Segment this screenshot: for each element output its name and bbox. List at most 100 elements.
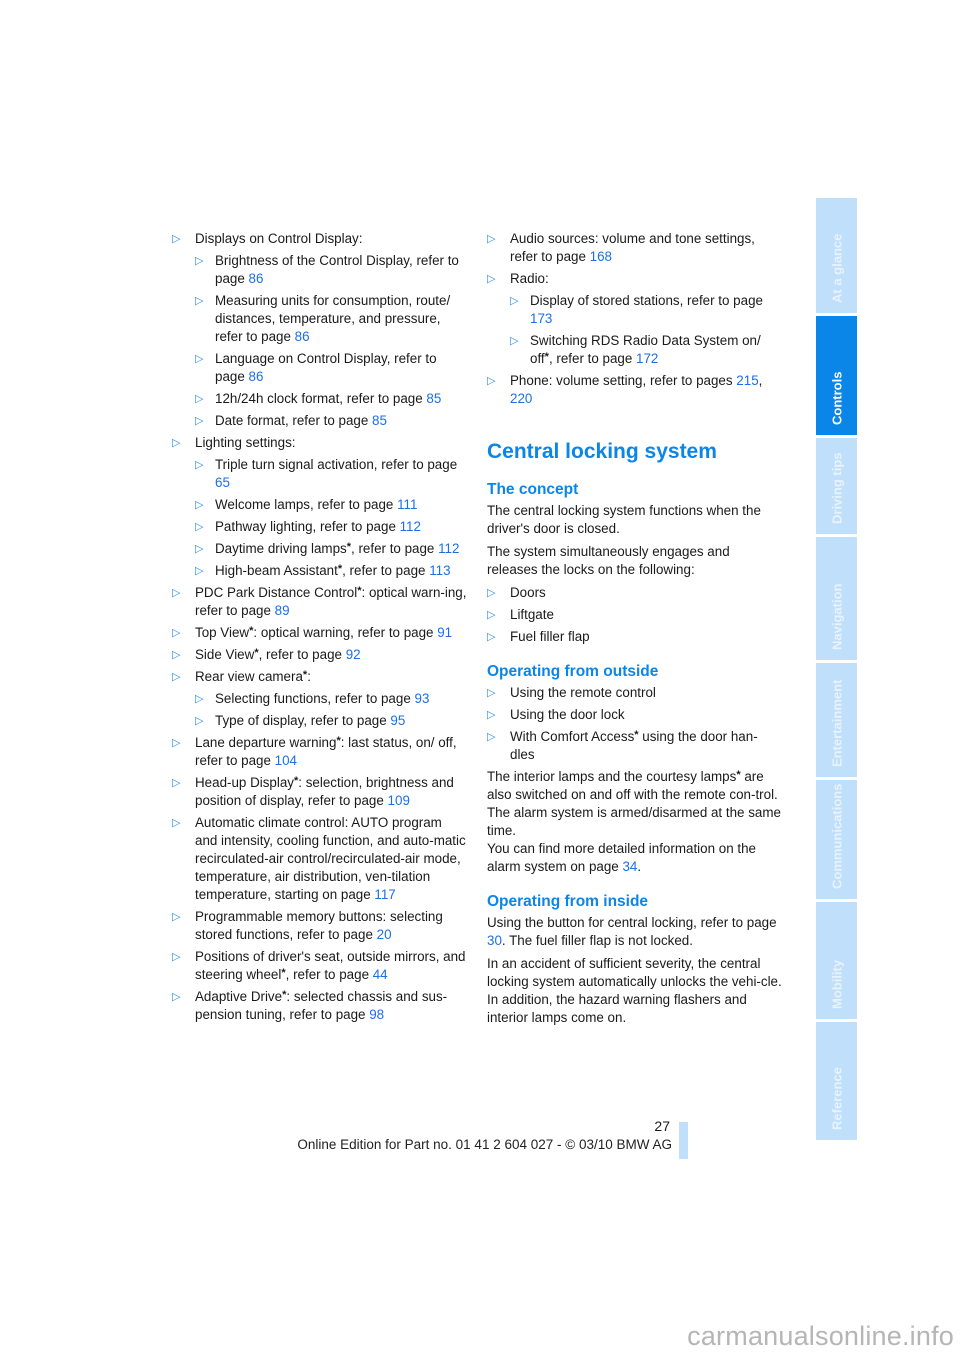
item-text: Phone: volume setting, refer to pages 21…	[510, 373, 763, 406]
triangle-bullet-icon: ▷	[487, 587, 496, 599]
item-text: Brightness of the Control Display, refer…	[215, 253, 459, 286]
chapter-tabs: At a glance Controls Driving tips Navigatio…	[816, 198, 857, 1143]
page-link[interactable]: 112	[400, 519, 421, 534]
chapter-tab-navigation[interactable]: Navigation	[816, 537, 857, 660]
chapter-tab-label: Controls	[829, 371, 844, 425]
optional-equipment-star-icon: *	[336, 735, 341, 747]
optional-equipment-star-icon: *	[346, 541, 351, 553]
right-bullet-list: ▷ Audio sources: volume and tone settings…	[487, 230, 782, 408]
page-link[interactable]: 65	[215, 475, 230, 490]
page-number-marker	[679, 1122, 688, 1159]
sub-list-item: ▷ Triple turn signal activation, refer to…	[195, 456, 467, 492]
list-item: ▷ Automatic climate control: AUTO program…	[172, 814, 467, 904]
optional-equipment-star-icon: *	[294, 775, 299, 787]
list-item: ▷ Lighting settings: ▷ Triple turn signal a…	[172, 434, 467, 580]
item-text: Selecting functions, refer to page 93	[215, 691, 430, 706]
page-link[interactable]: 92	[346, 647, 361, 662]
chapter-tab-entertainment[interactable]: Entertainment	[816, 663, 857, 777]
page-number: 27	[654, 1118, 670, 1134]
chapter-tab-at-a-glance[interactable]: At a glance	[816, 198, 857, 313]
page-link[interactable]: 173	[530, 311, 552, 326]
page-link[interactable]: 86	[249, 369, 264, 384]
item-text: 12h/24h clock format, refer to page 85	[215, 391, 442, 406]
sub-list-item: ▷ Measuring units for consumption, route/…	[195, 292, 467, 346]
sub-list-item: ▷ High-beam Assistant*, refer to page 113	[195, 562, 467, 580]
page-link[interactable]: 113	[429, 563, 450, 578]
page-link[interactable]: 85	[426, 391, 441, 406]
page-link[interactable]: 91	[437, 625, 452, 640]
page-link[interactable]: 104	[275, 753, 297, 768]
list-item: ▷ Audio sources: volume and tone settings…	[487, 230, 782, 266]
page-link[interactable]: 112	[438, 541, 459, 556]
optional-equipment-star-icon: *	[249, 625, 254, 637]
footer-edition-note: Online Edition for Part no. 01 41 2 604 …	[297, 1137, 672, 1152]
page-link[interactable]: 20	[377, 927, 392, 942]
inside-paragraph-1: Using the button for central locking, re…	[487, 915, 777, 948]
item-text: Lighting settings:	[195, 435, 296, 450]
triangle-bullet-icon: ▷	[172, 777, 181, 789]
page-link[interactable]: 111	[397, 497, 417, 512]
triangle-bullet-icon: ▷	[172, 671, 181, 683]
chapter-tab-label: Communications	[829, 783, 844, 889]
triangle-bullet-icon: ▷	[487, 731, 496, 743]
sub-list-item: ▷ Brightness of the Control Display, refe…	[195, 252, 467, 288]
sub-list-item: ▷ Date format, refer to page 85	[195, 412, 467, 430]
page-link[interactable]: 117	[374, 887, 395, 902]
item-text: Type of display, refer to page 95	[215, 713, 406, 728]
page-link[interactable]: 215	[736, 373, 758, 388]
triangle-bullet-icon: ▷	[195, 393, 204, 405]
list-item: ▷ Head-up Display*: selection, brightness…	[172, 774, 467, 810]
optional-equipment-star-icon: *	[254, 647, 259, 659]
item-text: Automatic climate control: AUTO program …	[195, 815, 466, 902]
optional-equipment-star-icon: *	[634, 729, 639, 741]
inside-heading: Operating from inside	[487, 893, 649, 910]
optional-equipment-star-icon: *	[302, 669, 308, 681]
chapter-tab-driving-tips[interactable]: Driving tips	[816, 438, 857, 534]
page-link[interactable]: 85	[372, 413, 387, 428]
outside-paragraph-1: The interior lamps and the courtesy lamp…	[487, 769, 781, 874]
triangle-bullet-icon: ▷	[487, 631, 496, 643]
triangle-bullet-icon: ▷	[172, 587, 181, 599]
chapter-tab-controls[interactable]: Controls	[816, 316, 857, 435]
sub-list-item: ▷ Welcome lamps, refer to page 111	[195, 496, 467, 514]
section-title: Central locking system	[487, 440, 717, 463]
page-link[interactable]: 93	[415, 691, 430, 706]
page-link[interactable]: 44	[373, 967, 388, 982]
page-link[interactable]: 220	[510, 391, 532, 406]
triangle-bullet-icon: ▷	[195, 693, 204, 705]
triangle-bullet-icon: ▷	[195, 459, 204, 471]
triangle-bullet-icon: ▷	[195, 353, 204, 365]
page-link[interactable]: 86	[295, 329, 310, 344]
chapter-tab-mobility[interactable]: Mobility	[816, 902, 857, 1019]
locks-list: ▷ Doors ▷ Liftgate ▷ Fuel filler flap	[487, 584, 782, 646]
page-link[interactable]: 98	[369, 1007, 384, 1022]
item-text: Display of stored stations, refer to pag…	[530, 293, 763, 326]
item-text: Rear view camera*:	[195, 669, 311, 684]
triangle-bullet-icon: ▷	[510, 295, 519, 307]
outside-heading: Operating from outside	[487, 663, 659, 680]
item-text: Side View*, refer to page 92	[195, 647, 361, 662]
chapter-tab-label: Mobility	[829, 959, 844, 1009]
list-item: ▷ Side View*, refer to page 92	[172, 646, 467, 664]
page-link[interactable]: 109	[388, 793, 410, 808]
page-link[interactable]: 95	[390, 713, 405, 728]
page-link[interactable]: 86	[249, 271, 264, 286]
page-link[interactable]: 168	[590, 249, 612, 264]
item-text: Radio:	[510, 271, 549, 286]
page-link[interactable]: 30	[487, 933, 502, 948]
chapter-tab-reference[interactable]: Reference	[816, 1022, 857, 1140]
triangle-bullet-icon: ▷	[487, 709, 496, 721]
list-item: ▷ Displays on Control Display: ▷ Brightness…	[172, 230, 467, 430]
page-link[interactable]: 34	[622, 859, 637, 874]
chapter-tab-communications[interactable]: Communications	[816, 780, 857, 899]
triangle-bullet-icon: ▷	[172, 737, 181, 749]
page-link[interactable]: 172	[636, 351, 658, 366]
triangle-bullet-icon: ▷	[195, 295, 204, 307]
item-text: Audio sources: volume and tone settings,…	[510, 231, 755, 264]
optional-equipment-star-icon: *	[736, 769, 741, 781]
page-link[interactable]: 89	[275, 603, 290, 618]
triangle-bullet-icon: ▷	[172, 951, 181, 963]
item-text: Switching RDS Radio Data System on/ off*…	[530, 333, 761, 366]
concept-heading: The concept	[487, 481, 579, 498]
item-text: Language on Control Display, refer to pa…	[215, 351, 437, 384]
